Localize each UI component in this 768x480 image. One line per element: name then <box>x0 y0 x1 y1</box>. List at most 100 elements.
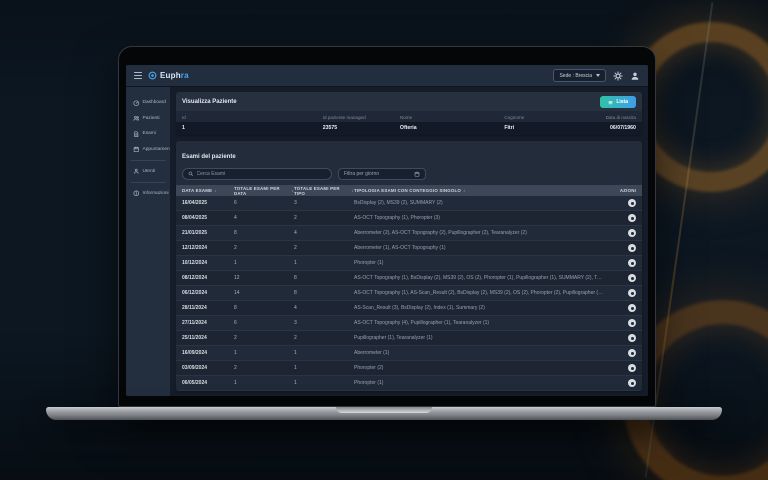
chevron-down-icon <box>596 74 600 77</box>
cell-data-esame: 06/12/2024 <box>182 290 208 296</box>
lista-button-label: Lista <box>616 99 628 105</box>
cell-totale-per-tipo: 1 <box>294 350 297 356</box>
cell-totale-per-data: 2 <box>234 365 237 371</box>
field-label-id-managed: Id paziente managed <box>322 115 366 120</box>
sidebar-item-appuntamenti[interactable]: Appuntamenti <box>131 142 173 158</box>
sidebar-item-utenti[interactable]: Utenti <box>131 160 166 179</box>
sidebar: Dashboard Pazienti Esami Appuntamenti Ut… <box>126 87 173 396</box>
view-exam-button[interactable] <box>628 379 636 387</box>
view-exam-button[interactable] <box>628 199 636 207</box>
hamburger-menu-icon[interactable] <box>134 72 142 79</box>
cell-totale-per-tipo: 3 <box>294 200 297 206</box>
site-selector-label: Sede : Brescia <box>559 72 592 79</box>
cell-data-esame: 12/12/2024 <box>182 245 208 251</box>
view-exam-button[interactable] <box>628 349 636 357</box>
patient-field-values: 1 23575 Ofteria Fitri 06/07/1960 <box>176 122 642 135</box>
app-logo[interactable]: Euphra <box>148 71 189 80</box>
exam-table-body: 16/04/2025 6 3 BsDisplay (2), MS39 (2), … <box>176 196 642 391</box>
cell-tipologia: Aberrometer (2), AS-OCT Topography (2), … <box>354 230 527 236</box>
sort-icon: ↓ <box>214 188 217 193</box>
cell-totale-per-tipo: 4 <box>294 230 297 236</box>
user-profile-button[interactable] <box>629 70 640 81</box>
view-exam-button[interactable] <box>628 289 636 297</box>
field-label-nome: Nome <box>399 115 413 120</box>
eye-icon <box>630 231 634 235</box>
exams-card-header: Esami del paziente <box>176 141 642 165</box>
header-totale-per-tipo[interactable]: Totale esami per tipo ↓ <box>294 186 354 196</box>
sidebar-item-label: Appuntamenti <box>142 146 173 152</box>
view-exam-button[interactable] <box>628 274 636 282</box>
cell-data-esame: 06/05/2024 <box>182 380 208 386</box>
view-exam-button[interactable] <box>628 364 636 372</box>
cell-totale-per-data: 12 <box>234 275 240 281</box>
cell-tipologia: Aberrometer (1), AS-OCT Topography (1) <box>354 245 446 251</box>
field-value-cognome: Fitri <box>504 125 515 131</box>
cell-tipologia: BsDisplay (2), MS39 (2), SUMMARY (2) <box>354 200 443 206</box>
cell-data-esame: 08/12/2024 <box>182 275 208 281</box>
cell-totale-per-data: 1 <box>234 260 237 266</box>
field-label-id: Id <box>182 115 186 120</box>
eye-icon <box>630 321 634 325</box>
gear-icon <box>612 70 623 81</box>
eye-icon <box>630 261 634 265</box>
cell-totale-per-data: 14 <box>234 290 240 296</box>
sidebar-item-pazienti[interactable]: Pazienti <box>131 111 170 127</box>
sidebar-item-label: Pazienti <box>142 115 160 121</box>
laptop-base <box>46 407 722 420</box>
cell-totale-per-tipo: 1 <box>294 365 297 371</box>
header-data-esame[interactable]: Data esame ↓ <box>182 188 234 193</box>
view-exam-button[interactable] <box>628 304 636 312</box>
search-input[interactable] <box>196 171 326 177</box>
exams-icon <box>134 130 139 137</box>
view-exam-button[interactable] <box>628 244 636 252</box>
sidebar-item-label: Utenti <box>142 168 156 174</box>
cell-tipologia: Pupillographer (1), Tearanalyzer (1) <box>354 335 433 341</box>
sidebar-item-esami[interactable]: Esami <box>131 126 170 142</box>
view-exam-button[interactable] <box>628 319 636 327</box>
settings-button[interactable] <box>612 70 623 81</box>
field-value-nome: Ofteria <box>399 125 417 131</box>
sort-icon: ↓ <box>463 188 466 193</box>
sidebar-item-dashboard[interactable]: Dashboard <box>131 95 170 111</box>
eye-icon <box>630 246 634 250</box>
cell-data-esame: 10/12/2024 <box>182 260 208 266</box>
cell-totale-per-tipo: 8 <box>294 275 297 281</box>
view-exam-button[interactable] <box>628 229 636 237</box>
view-exam-button[interactable] <box>628 334 636 342</box>
cell-tipologia: Phoropter (1) <box>354 380 384 386</box>
header-totale-per-data[interactable]: Totale esami per data ↓ <box>234 186 294 196</box>
eye-icon <box>630 336 634 340</box>
cell-data-esame: 25/11/2024 <box>182 335 207 341</box>
table-row: 08/12/2024 12 8 AS-OCT Topography (1), B… <box>176 271 642 286</box>
field-value-id-managed: 23575 <box>322 125 338 131</box>
table-row: 03/09/2024 2 1 Phoropter (2) <box>176 361 642 376</box>
cell-data-esame: 16/04/2025 <box>182 200 208 206</box>
sidebar-item-informazioni[interactable]: Informazioni <box>131 182 169 201</box>
logo-icon <box>148 71 157 80</box>
cell-data-esame: 21/01/2025 <box>182 230 208 236</box>
topbar-actions: Sede : Brescia <box>553 69 640 82</box>
table-row: 27/11/2024 6 3 AS-OCT Topography (4), Pu… <box>176 316 642 331</box>
site-selector-dropdown[interactable]: Sede : Brescia <box>553 69 606 82</box>
view-exam-button[interactable] <box>628 259 636 267</box>
eye-icon <box>630 291 634 295</box>
eye-icon <box>630 216 634 220</box>
patients-icon <box>133 115 140 121</box>
app-body: Dashboard Pazienti Esami Appuntamenti Ut… <box>126 87 648 396</box>
table-row: 16/09/2024 1 1 Aberrometer (1) <box>176 346 642 361</box>
search-box <box>182 168 332 180</box>
date-filter[interactable]: Filtra per giorno <box>338 168 426 180</box>
view-exam-button[interactable] <box>628 214 636 222</box>
field-value-id: 1 <box>182 125 185 131</box>
exams-card: Esami del paziente Filtra per giorno <box>176 141 642 391</box>
calendar-icon <box>133 146 139 153</box>
patient-card-header: Visualizza Paziente Lista <box>176 92 642 111</box>
cell-tipologia: AS-OCT Topography (1), Phoropter (3) <box>354 215 440 221</box>
eye-icon <box>630 276 634 280</box>
header-tipologia[interactable]: Tipologia esami con conteggio singolo ↓ <box>354 188 610 193</box>
app-window: Euphra Sede : Brescia Dashboard Pazienti… <box>126 65 648 396</box>
cell-totale-per-tipo: 2 <box>294 215 297 221</box>
eye-icon <box>630 351 634 355</box>
lista-button[interactable]: Lista <box>600 96 636 108</box>
header-azioni: Azioni <box>619 188 636 193</box>
